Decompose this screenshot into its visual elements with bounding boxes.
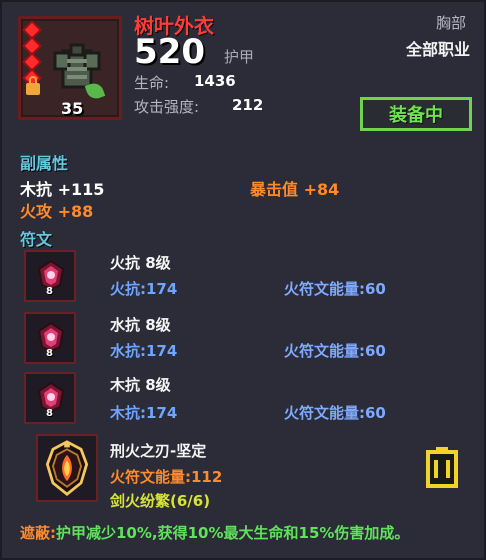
gem-2 [24, 38, 40, 54]
lock-icon [26, 76, 40, 95]
rune-row-stat: 火抗:174 [110, 280, 178, 298]
rune-row-title: 火抗 8级 [110, 254, 171, 272]
secondary-stat-2: 暴击值 +84 [250, 180, 340, 199]
attack-label: 攻击强度: [134, 98, 200, 116]
special-rune-energy: 火符文能量:112 [110, 468, 223, 486]
class-restriction: 全部职业 [405, 40, 470, 59]
life-label: 生命: [134, 74, 170, 92]
footer-text: 护甲减少10%,获得10%最大生命和15%伤害加成。 [56, 524, 410, 542]
armor-value: 520 [134, 32, 205, 72]
special-rune-set: 剑火纷繁(6/6) [110, 492, 211, 510]
rune-slot-1[interactable]: 8 [24, 250, 76, 302]
runes-title: 符文 [20, 230, 53, 249]
special-rune-slot[interactable] [36, 434, 98, 502]
rune-row-stat: 水抗:174 [110, 342, 178, 360]
item-detail-panel: 35 树叶外衣 520 护甲 生命: 1436 攻击强度: 212 胸部 全部职… [0, 0, 486, 560]
flame-crest-icon [45, 440, 89, 496]
secondary-stat-1: 木抗 +115 [20, 180, 105, 199]
equipped-button[interactable]: 装备中 [360, 97, 472, 131]
rune-level-badge: 8 [46, 348, 53, 359]
gem-3 [24, 54, 40, 70]
equipped-button-label: 装备中 [389, 105, 443, 126]
rune-level-badge: 8 [46, 408, 53, 419]
rune-row-energy: 火符文能量:60 [284, 280, 386, 298]
rune-level-badge: 8 [46, 286, 53, 297]
yellow-battery-icon[interactable] [424, 446, 460, 488]
rune-row-stat: 木抗:174 [110, 404, 178, 422]
life-value: 1436 [194, 72, 236, 90]
rune-row-title: 木抗 8级 [110, 376, 171, 394]
armor-label: 护甲 [224, 48, 255, 66]
footer-label: 遮蔽: [20, 524, 56, 542]
secondary-stat-3: 火攻 +88 [20, 202, 94, 221]
secondary-stats-title: 副属性 [20, 154, 69, 173]
rune-slot-3[interactable]: 8 [24, 372, 76, 424]
item-icon-frame[interactable]: 35 [18, 16, 122, 120]
item-level: 35 [61, 99, 84, 118]
rune-row-title: 水抗 8级 [110, 316, 171, 334]
gem-1 [24, 22, 40, 38]
footer-effect: 遮蔽:护甲减少10%,获得10%最大生命和15%伤害加成。 [20, 522, 409, 543]
rune-slot-2[interactable]: 8 [24, 312, 76, 364]
attack-value: 212 [232, 96, 264, 114]
special-rune-title: 刑火之刃-坚定 [110, 442, 207, 460]
rune-row-energy: 火符文能量:60 [284, 342, 386, 360]
equip-slot: 胸部 [435, 14, 466, 32]
rune-row-energy: 火符文能量:60 [284, 404, 386, 422]
